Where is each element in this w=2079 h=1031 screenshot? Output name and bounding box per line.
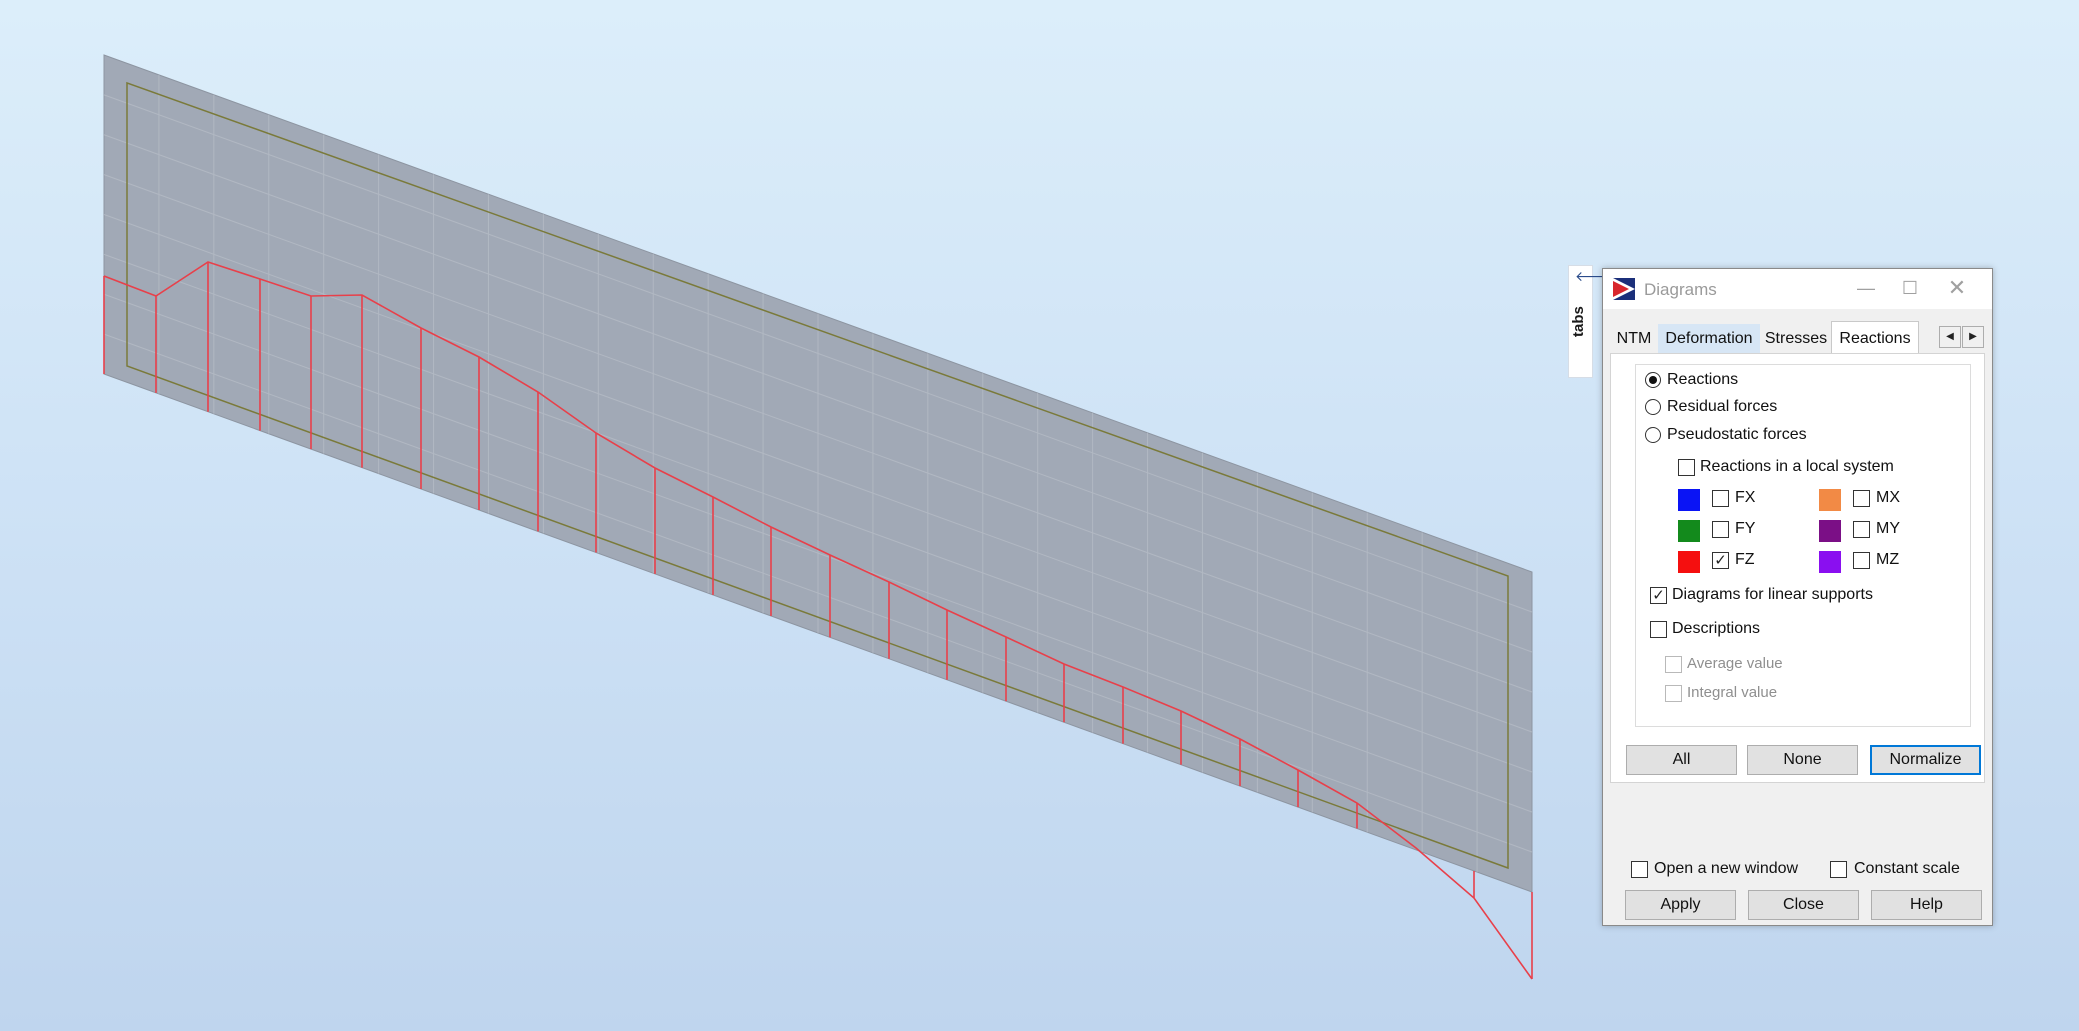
fz-checkbox[interactable]: ✓ (1712, 552, 1729, 569)
dialog-title: Diagrams (1644, 280, 1717, 299)
mz-color-swatch[interactable] (1819, 551, 1841, 573)
app-icon (1613, 278, 1635, 300)
mx-label: MX (1876, 489, 1900, 506)
tab-deformation[interactable]: Deformation (1658, 324, 1760, 354)
tab-strip: NTM Deformation Stresses Reactions ◀ ▶ (1611, 321, 1986, 354)
open-new-window-checkbox[interactable] (1631, 861, 1648, 878)
descriptions-label: Descriptions (1672, 620, 1761, 637)
my-color-swatch[interactable] (1819, 520, 1841, 542)
close-button[interactable]: Close (1748, 890, 1859, 920)
average-value-label: Average value (1687, 655, 1783, 672)
tab-scroll-left-icon[interactable]: ◀ (1939, 326, 1961, 348)
fz-label: FZ (1735, 551, 1755, 568)
fx-checkbox[interactable] (1712, 490, 1729, 507)
help-button[interactable]: Help (1871, 890, 1982, 920)
title-bar[interactable]: Diagrams — ☐ ✕ (1603, 269, 1992, 309)
reactions-radio[interactable] (1645, 372, 1661, 388)
my-label: MY (1876, 520, 1900, 537)
fx-label: FX (1735, 489, 1756, 506)
close-icon[interactable]: ✕ (1934, 269, 1980, 309)
tab-ntm[interactable]: NTM (1611, 324, 1657, 354)
open-new-window-label: Open a new window (1654, 860, 1799, 877)
tab-reactions[interactable]: Reactions (1831, 321, 1919, 354)
residual-forces-radio[interactable] (1645, 399, 1661, 415)
fy-checkbox[interactable] (1712, 521, 1729, 538)
my-checkbox[interactable] (1853, 521, 1870, 538)
pseudostatic-forces-radio[interactable] (1645, 427, 1661, 443)
constant-scale-checkbox[interactable] (1830, 861, 1847, 878)
tab-stresses[interactable]: Stresses (1762, 324, 1830, 354)
residual-forces-label: Residual forces (1667, 398, 1778, 415)
apply-button[interactable]: Apply (1625, 890, 1736, 920)
constant-scale-label: Constant scale (1854, 860, 1960, 877)
local-system-label: Reactions in a local system (1700, 458, 1894, 475)
side-tab-label: tabs (1570, 306, 1587, 338)
reactions-label: Reactions (1667, 371, 1739, 388)
descriptions-checkbox[interactable] (1650, 621, 1667, 638)
linear-supports-label: Diagrams for linear supports (1672, 586, 1873, 603)
side-tabs-strip[interactable]: 🡐 tabs (1568, 265, 1613, 378)
mesh-line (103, 214, 1533, 733)
fx-color-swatch[interactable] (1678, 489, 1700, 511)
none-button[interactable]: None (1747, 745, 1858, 775)
fy-color-swatch[interactable] (1678, 520, 1700, 542)
diagrams-dialog: Diagrams — ☐ ✕ NTM Deformation Stresses … (1602, 268, 1993, 926)
fy-label: FY (1735, 520, 1756, 537)
all-button[interactable]: All (1626, 745, 1737, 775)
local-system-checkbox[interactable] (1678, 459, 1695, 476)
mz-checkbox[interactable] (1853, 552, 1870, 569)
average-value-checkbox (1665, 656, 1682, 673)
integral-value-checkbox (1665, 685, 1682, 702)
tab-scroll-right-icon[interactable]: ▶ (1962, 326, 1984, 348)
options-group (1635, 364, 1971, 727)
linear-supports-checkbox[interactable]: ✓ (1650, 587, 1667, 604)
mz-label: MZ (1876, 551, 1900, 568)
maximize-icon[interactable]: ☐ (1887, 269, 1933, 309)
pseudostatic-forces-label: Pseudostatic forces (1667, 426, 1807, 443)
mx-checkbox[interactable] (1853, 490, 1870, 507)
fz-color-swatch[interactable] (1678, 551, 1700, 573)
integral-value-label: Integral value (1687, 684, 1778, 701)
mx-color-swatch[interactable] (1819, 489, 1841, 511)
normalize-button[interactable]: Normalize (1870, 745, 1981, 775)
reactions-panel: Reactions Residual forces Pseudostatic f… (1610, 353, 1985, 783)
minimize-icon[interactable]: — (1843, 269, 1889, 309)
